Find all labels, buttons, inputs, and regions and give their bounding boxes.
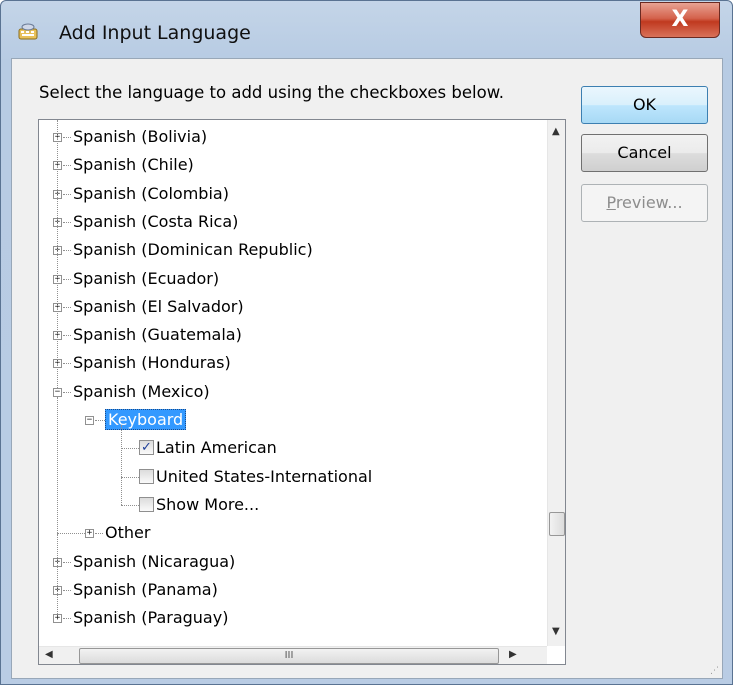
close-button[interactable]: X bbox=[640, 2, 720, 38]
dialog-window: Add Input Language X Select the language… bbox=[0, 0, 733, 685]
language-item-label: Spanish (Honduras) bbox=[73, 353, 231, 373]
preview-label: review... bbox=[615, 193, 683, 212]
tree-connector-line bbox=[95, 420, 105, 421]
resize-grip-icon[interactable]: ⋰ bbox=[710, 666, 722, 678]
keyboard-item-label: Show More... bbox=[156, 494, 260, 514]
language-item[interactable]: Spanish (Paraguay) bbox=[73, 605, 228, 631]
tree-connector-line bbox=[121, 448, 139, 450]
keyboard-item-label: United States-International bbox=[156, 466, 373, 486]
keyboard-node[interactable]: Keyboard bbox=[105, 407, 187, 433]
language-item[interactable]: Spanish (Bolivia) bbox=[73, 124, 207, 150]
language-item[interactable]: Spanish (Ecuador) bbox=[73, 266, 219, 292]
keyboard-node-label: Keyboard bbox=[105, 409, 187, 430]
scroll-left-arrow-icon[interactable]: ◀ bbox=[45, 649, 53, 660]
language-item-label: Spanish (Guatemala) bbox=[73, 325, 242, 345]
language-item-label: Spanish (Dominican Republic) bbox=[73, 240, 313, 260]
ok-button[interactable]: OK bbox=[581, 86, 708, 124]
preview-button[interactable]: Preview... bbox=[581, 184, 708, 222]
instruction-text: Select the language to add using the che… bbox=[39, 83, 504, 102]
language-item[interactable]: Spanish (Costa Rica) bbox=[73, 209, 238, 235]
scroll-up-arrow-icon[interactable]: ▲ bbox=[552, 126, 560, 137]
other-node[interactable]: Other bbox=[105, 520, 150, 546]
language-item-label: Spanish (Costa Rica) bbox=[73, 211, 239, 231]
tree-connector-line bbox=[63, 618, 71, 620]
language-item-label: Spanish (Chile) bbox=[73, 155, 194, 175]
tree-connector-line bbox=[63, 391, 71, 393]
language-item[interactable]: Spanish (Colombia) bbox=[73, 181, 229, 207]
keyboard-item[interactable]: Latin American bbox=[156, 435, 277, 461]
collapse-icon[interactable]: − bbox=[85, 416, 94, 425]
language-item[interactable]: Spanish (Panama) bbox=[73, 577, 218, 603]
scroll-right-arrow-icon[interactable]: ▶ bbox=[509, 649, 517, 660]
language-item-label: Spanish (Ecuador) bbox=[73, 268, 220, 288]
title-bar[interactable]: Add Input Language X bbox=[1, 1, 733, 51]
dialog-client-area: Select the language to add using the che… bbox=[11, 58, 723, 679]
keyboard-checkbox[interactable] bbox=[139, 496, 154, 512]
keyboard-checkbox[interactable] bbox=[139, 468, 154, 484]
tree-connector-line bbox=[121, 504, 139, 506]
tree-connector-line bbox=[121, 425, 122, 505]
language-item[interactable]: Spanish (Guatemala) bbox=[73, 322, 242, 348]
tree-connector-line bbox=[121, 476, 139, 478]
tree-connector-line bbox=[63, 278, 71, 280]
language-item-label: Spanish (Colombia) bbox=[73, 183, 229, 203]
language-item[interactable]: Spanish (Nicaragua) bbox=[73, 549, 235, 575]
language-item[interactable]: Spanish (Dominican Republic) bbox=[73, 237, 313, 263]
tree-connector-line bbox=[63, 193, 71, 195]
tree-connector-line bbox=[57, 533, 85, 535]
tree-connector-line bbox=[63, 335, 71, 337]
language-tree[interactable]: + Spanish (Bolivia) + Spanish (Chile) + Spani… bbox=[38, 119, 566, 665]
expand-icon[interactable]: + bbox=[53, 614, 62, 624]
language-item-label: Spanish (Mexico) bbox=[73, 381, 210, 401]
language-item-label: Spanish (El Salvador) bbox=[73, 296, 244, 316]
scroll-down-arrow-icon[interactable]: ▼ bbox=[552, 626, 560, 637]
preview-accelerator: P bbox=[606, 193, 616, 212]
tree-connector-line bbox=[63, 561, 71, 563]
tree-connector-line bbox=[57, 533, 58, 615]
tree-connector-line bbox=[63, 306, 71, 308]
keyboard-item[interactable]: Show More... bbox=[156, 492, 259, 518]
language-item-label: Spanish (Nicaragua) bbox=[73, 551, 236, 571]
language-item-label: Spanish (Panama) bbox=[73, 579, 218, 599]
keyboard-icon bbox=[17, 21, 39, 43]
tree-connector-line bbox=[63, 165, 71, 167]
tree-connector-line bbox=[63, 221, 71, 223]
language-item[interactable]: Spanish (El Salvador) bbox=[73, 294, 244, 320]
collapse-icon[interactable]: − bbox=[53, 387, 62, 397]
keyboard-checkbox[interactable]: ✓ bbox=[139, 440, 154, 456]
language-item-label: Spanish (Bolivia) bbox=[73, 127, 208, 146]
keyboard-item-label: Latin American bbox=[156, 438, 277, 458]
language-item[interactable]: Spanish (Chile) bbox=[73, 152, 194, 178]
tree-connector-line bbox=[63, 137, 71, 138]
keyboard-item[interactable]: United States-International bbox=[156, 464, 372, 490]
language-item[interactable]: Spanish (Honduras) bbox=[73, 350, 231, 376]
language-item-label: Spanish (Paraguay) bbox=[73, 608, 229, 628]
expand-icon[interactable]: + bbox=[85, 529, 94, 539]
window-title: Add Input Language bbox=[59, 22, 251, 44]
vertical-scroll-thumb[interactable] bbox=[549, 512, 565, 536]
cancel-button[interactable]: Cancel bbox=[581, 134, 708, 172]
tree-connector-line bbox=[63, 589, 71, 591]
horizontal-scroll-thumb[interactable]: III bbox=[79, 648, 499, 664]
language-item[interactable]: Spanish (Mexico) bbox=[73, 379, 210, 405]
tree-connector-line bbox=[57, 120, 58, 388]
horizontal-scrollbar[interactable]: ◀ III ▶ bbox=[39, 646, 547, 664]
tree-connector-line bbox=[57, 396, 58, 536]
other-node-label: Other bbox=[105, 523, 151, 543]
tree-connector-line bbox=[63, 363, 71, 365]
tree-connector-line bbox=[95, 533, 103, 535]
tree-connector-line bbox=[63, 250, 71, 252]
vertical-scrollbar[interactable]: ▲ ▼ bbox=[547, 120, 565, 646]
